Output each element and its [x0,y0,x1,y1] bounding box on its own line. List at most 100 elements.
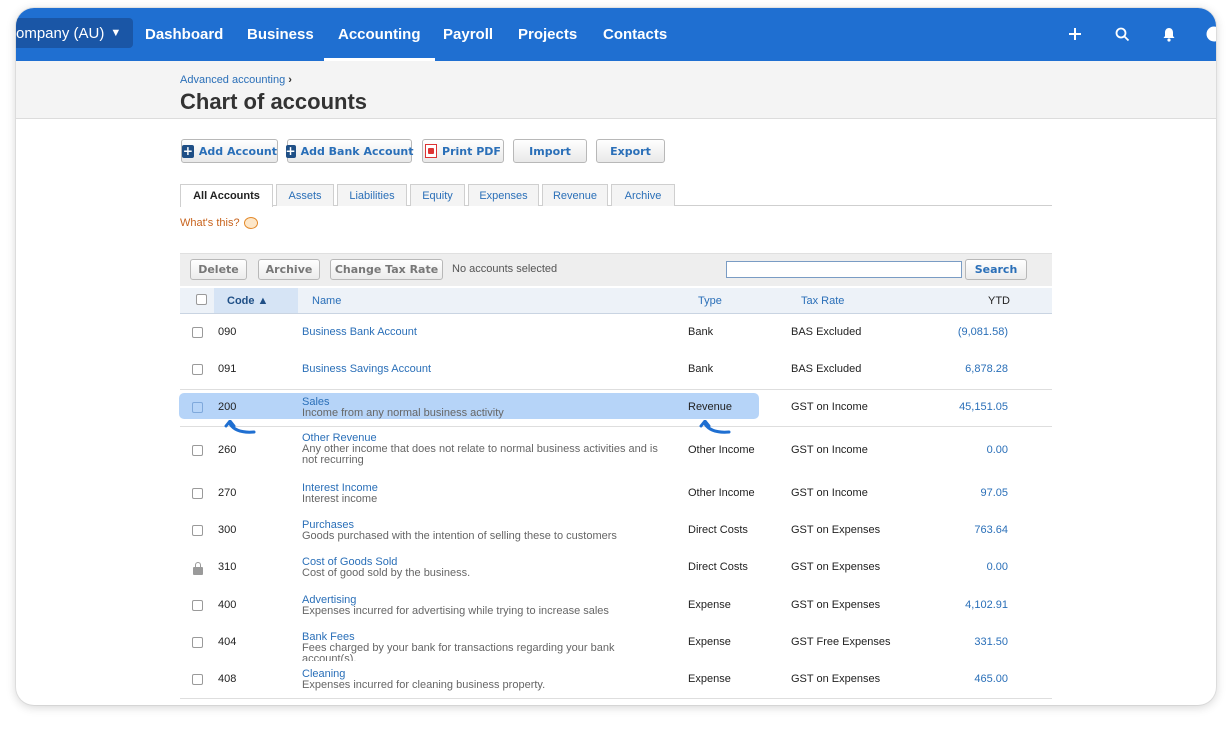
import-button[interactable]: Import [513,139,587,163]
row-checkbox[interactable] [192,364,203,375]
account-code: 408 [218,673,237,685]
table-row[interactable]: 090 Business Bank Account Bank BAS Excluded… [180,314,1052,352]
table-row[interactable]: 091 Business Savings Account Bank BAS Exclu… [180,351,1052,390]
export-button[interactable]: Export [596,139,665,163]
account-ytd-amount[interactable]: 45,151.05 [888,401,1008,413]
help-icon[interactable] [1202,22,1216,46]
account-ytd-amount[interactable]: 465.00 [888,673,1008,685]
account-tax-rate: GST on Income [791,487,868,499]
row-checkbox[interactable] [192,445,203,456]
table-row[interactable]: 300 Purchases Goods purchased with the int… [180,512,1052,550]
table-row[interactable]: 200 Sales Income from any normal business … [180,389,1052,427]
account-code: 091 [218,363,237,375]
account-ytd-amount[interactable]: 763.64 [888,524,1008,536]
account-code: 200 [218,401,237,413]
nav-dashboard[interactable]: Dashboard [145,8,223,61]
account-tax-rate: GST on Income [791,401,868,413]
column-tax-rate[interactable]: Tax Rate [801,295,844,307]
account-code: 260 [218,444,237,456]
annotation-arrow-icon [224,420,256,434]
table-row[interactable]: 408 Cleaning Expenses incurred for cleanin… [180,661,1052,699]
tab-expenses[interactable]: Expenses [468,184,539,206]
pdf-icon [425,144,438,158]
nav-business[interactable]: Business [247,8,314,61]
account-tax-rate: GST on Expenses [791,673,881,685]
account-type: Expense [688,636,731,648]
tab-revenue[interactable]: Revenue [542,184,608,206]
row-checkbox[interactable] [192,674,203,685]
account-name-link[interactable]: Business Bank Account [302,326,417,338]
print-pdf-button[interactable]: Print PDF [422,139,504,163]
account-tax-rate: GST on Income [791,444,868,456]
account-description: Any other income that does not relate to… [302,443,658,466]
account-ytd-amount[interactable]: 97.05 [888,487,1008,499]
nav-contacts[interactable]: Contacts [603,8,667,61]
nav-projects[interactable]: Projects [518,8,577,61]
account-tax-rate: GST on Expenses [791,599,881,611]
account-type: Expense [688,673,731,685]
account-description: Expenses incurred for advertising while … [302,605,609,617]
annotation-arrow-icon [699,420,731,434]
table-row[interactable]: 400 Advertising Expenses incurred for adve… [180,587,1052,625]
page-header: Advanced accounting › Chart of accounts [16,61,1216,119]
row-checkbox[interactable] [192,600,203,611]
tab-all-accounts[interactable]: All Accounts [180,184,273,207]
column-ytd[interactable]: YTD [988,295,1010,307]
row-checkbox[interactable] [192,327,203,338]
page-title: Chart of accounts [180,89,368,114]
row-checkbox[interactable] [192,402,203,413]
account-ytd-amount[interactable]: 6,878.28 [888,363,1008,375]
add-bank-account-button[interactable]: + Add Bank Account [285,139,413,163]
account-description: Goods purchased with the intention of se… [302,530,617,542]
search-button[interactable]: Search [965,259,1027,280]
change-tax-rate-button[interactable]: Change Tax Rate [330,259,443,280]
account-ytd-amount[interactable]: 0.00 [888,444,1008,456]
account-type: Revenue [688,401,733,413]
account-tax-rate: BAS Excluded [791,363,862,375]
breadcrumb: Advanced accounting › [180,74,292,86]
bell-icon[interactable] [1157,22,1181,46]
breadcrumb-link[interactable]: Advanced accounting [180,74,285,86]
account-ytd-amount[interactable]: (9,081.58) [888,326,1008,338]
column-name[interactable]: Name [312,295,341,307]
table-header: Code ▲ Name Type Tax Rate YTD [180,288,1052,314]
add-account-button[interactable]: + Add Account [181,139,278,163]
account-ytd-amount[interactable]: 4,102.91 [888,599,1008,611]
account-ytd-amount[interactable]: 331.50 [888,636,1008,648]
bulk-action-bar: Delete Archive Change Tax Rate No accoun… [180,253,1052,286]
row-checkbox[interactable] [192,488,203,499]
table-row[interactable]: 260 Other Revenue Any other income that do… [180,426,1052,476]
column-code[interactable]: Code ▲ [214,288,298,313]
tab-archive[interactable]: Archive [611,184,675,206]
column-type[interactable]: Type [698,295,722,307]
tab-equity[interactable]: Equity [410,184,465,206]
tab-liabilities[interactable]: Liabilities [337,184,407,206]
nav-accounting[interactable]: Accounting [324,8,434,61]
selection-status: No accounts selected [452,263,558,275]
nav-payroll[interactable]: Payroll [443,8,493,61]
search-icon[interactable] [1110,22,1134,46]
org-switcher[interactable]: ompany (AU) ▼ [16,18,134,48]
account-description: Cost of good sold by the business. [302,567,471,579]
account-ytd-amount[interactable]: 0.00 [888,561,1008,573]
row-checkbox[interactable] [192,525,203,536]
account-code: 090 [218,326,237,338]
plus-square-icon: + [285,143,296,158]
plus-icon[interactable] [1063,22,1087,46]
search-input[interactable] [726,261,962,278]
table-row[interactable]: 270 Interest Income Interest income Other I… [180,475,1052,513]
table-row[interactable]: 310 Cost of Goods Sold Cost of good sold b… [180,549,1052,588]
row-checkbox[interactable] [192,637,203,648]
account-name-link[interactable]: Business Savings Account [302,363,431,375]
whats-this-label: What's this? [180,217,240,229]
account-description: Interest income [302,493,378,505]
account-description: Expenses incurred for cleaning business … [302,679,546,691]
breadcrumb-chevron-icon: › [288,74,292,86]
account-type: Other Income [688,487,755,499]
delete-button[interactable]: Delete [190,259,247,280]
table-row[interactable]: 404 Bank Fees Fees charged by your bank fo… [180,624,1052,665]
archive-button[interactable]: Archive [258,259,320,280]
tab-assets[interactable]: Assets [276,184,334,206]
select-all-checkbox[interactable] [196,294,207,305]
whats-this-link[interactable]: What's this? [180,217,258,229]
